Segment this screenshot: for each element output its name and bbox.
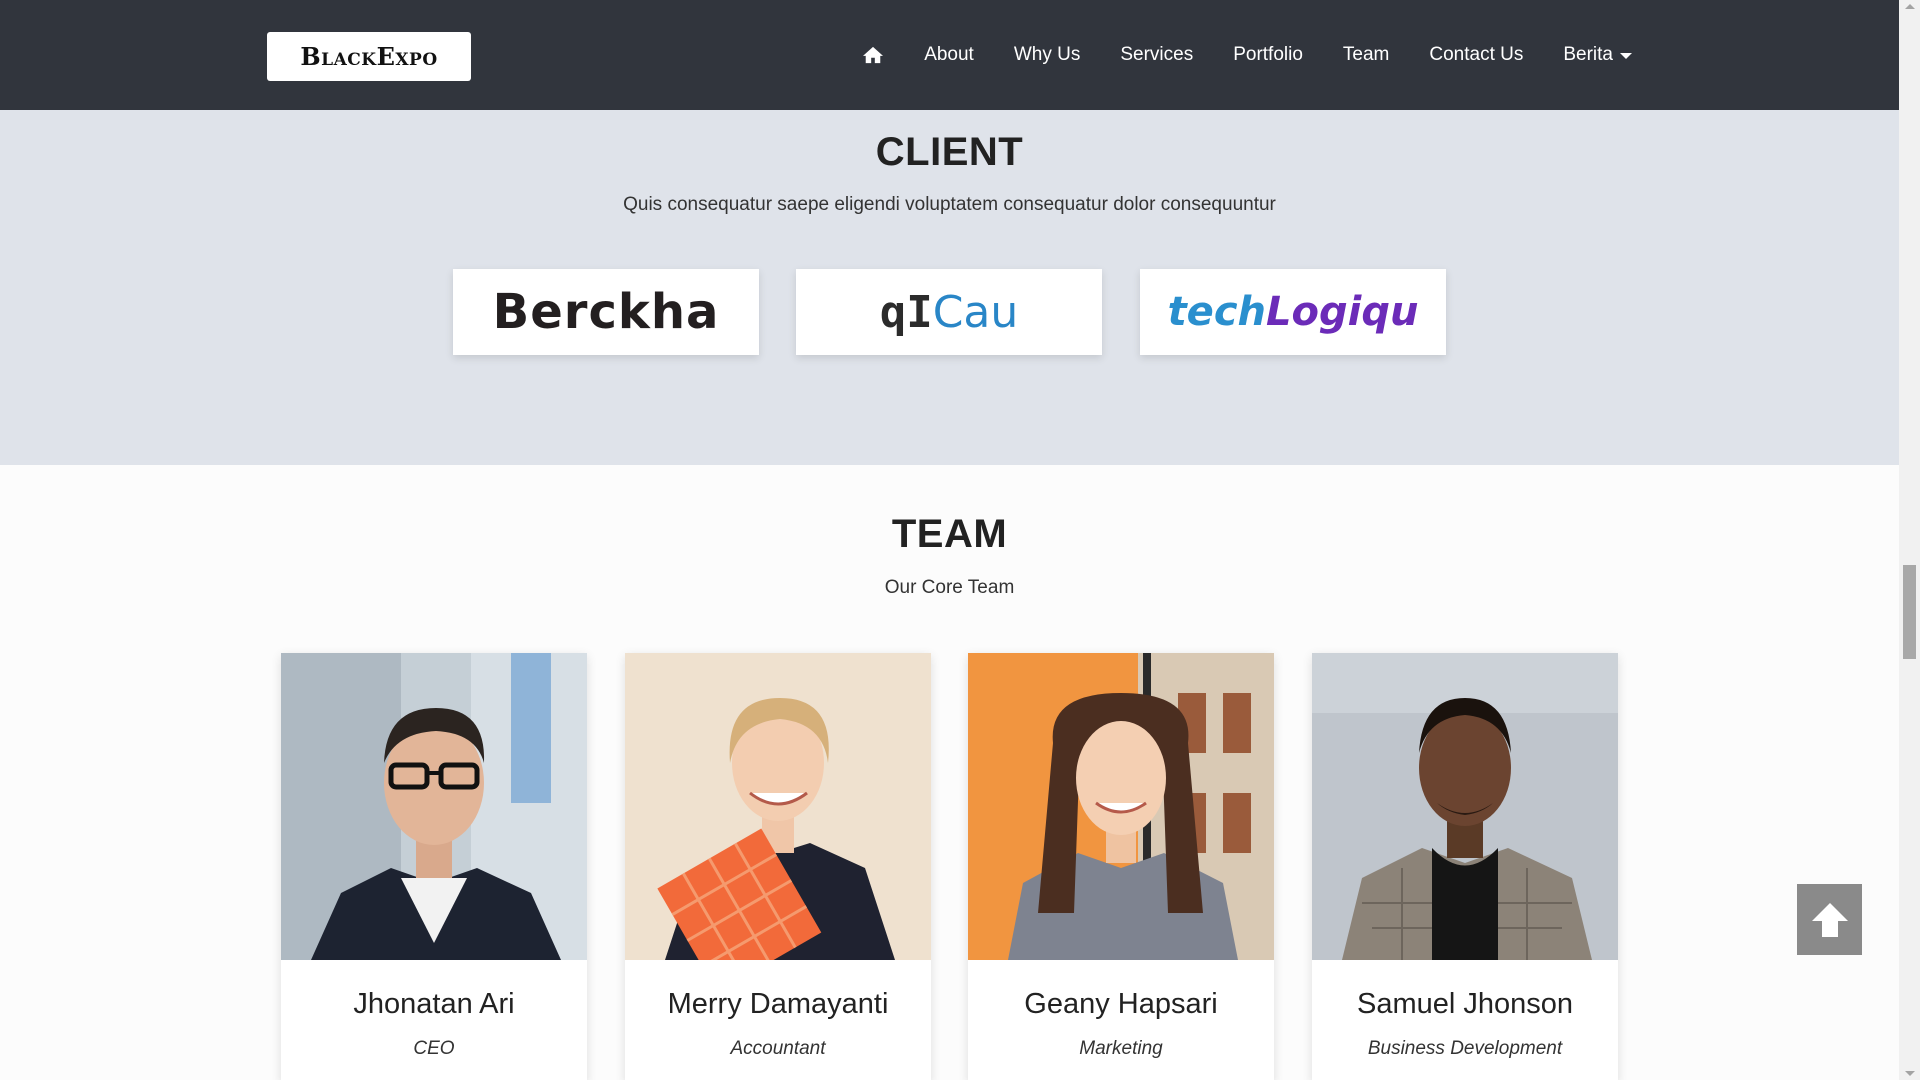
member-photo [625,653,931,960]
team-card-samuel-jhonson[interactable]: Samuel Jhonson Business Development [1312,653,1618,1080]
client-subtitle: Quis consequatur saepe eligendi voluptat… [623,194,1276,215]
team-title: TEAM [891,512,1008,556]
member-role: Marketing [1079,1038,1163,1059]
team-subtitle: Our Core Team [884,577,1015,598]
brand-logo-text: BlackExpo [300,42,438,71]
member-role: CEO [413,1038,455,1059]
qicau-logo-part2: Cau [932,286,1019,338]
member-name: Geany Hapsari [1024,988,1218,1020]
home-icon [863,46,884,64]
nav-why-us[interactable]: Why Us [1014,44,1081,66]
client-title: CLIENT [875,130,1024,174]
qicau-logo: qICau [880,287,1019,338]
member-photo-image [625,653,931,960]
member-photo-image [1312,653,1618,960]
nav-home[interactable] [862,45,884,65]
qicau-logo-part1: qI [879,286,933,338]
navbar: BlackExpo About Why Us Services Portfoli… [0,0,1899,110]
main-nav: About Why Us Services Portfolio Team Con… [862,0,1632,110]
techlogiqu-logo-part1: tech [1167,289,1266,335]
member-photo-image [968,653,1274,960]
client-logo-berckha[interactable]: Berckha [453,269,759,355]
arrow-up-icon [1811,902,1848,937]
scrollbar-thumb[interactable] [1903,565,1916,659]
nav-contact-us[interactable]: Contact Us [1429,44,1523,66]
techlogiqu-logo-part2: Logiqu [1266,289,1419,335]
client-section: CLIENT Quis consequatur saepe eligendi v… [0,110,1899,465]
nav-about[interactable]: About [924,44,974,66]
caret-down-icon [1620,53,1632,59]
member-role: Business Development [1367,1038,1563,1059]
nav-services[interactable]: Services [1120,44,1193,66]
team-card-geany-hapsari[interactable]: Geany Hapsari Marketing [968,653,1274,1080]
nav-team[interactable]: Team [1343,44,1389,66]
scrollbar[interactable] [1899,0,1920,1080]
scroll-down-arrow-icon[interactable] [1905,1071,1915,1076]
nav-berita-label: Berita [1563,44,1613,65]
back-to-top-button[interactable] [1797,884,1862,955]
member-photo-image [281,653,587,960]
client-logo-techlogiqu[interactable]: techLogiqu [1140,269,1446,355]
brand-logo[interactable]: BlackExpo [267,32,471,81]
nav-berita-dropdown[interactable]: Berita [1563,44,1632,66]
nav-portfolio[interactable]: Portfolio [1233,44,1303,66]
team-card-merry-damayanti[interactable]: Merry Damayanti Accountant [625,653,931,1080]
berckha-logo: Berckha [492,284,720,340]
member-name: Jhonatan Ari [353,988,515,1020]
scroll-up-arrow-icon[interactable] [1905,4,1915,9]
team-card-jhonatan-ari[interactable]: Jhonatan Ari CEO [281,653,587,1080]
member-name: Merry Damayanti [667,988,889,1020]
member-photo [281,653,587,960]
member-photo [1312,653,1618,960]
client-logo-qicau[interactable]: qICau [796,269,1102,355]
techlogiqu-logo: techLogiqu [1168,289,1419,335]
member-role: Accountant [730,1038,826,1059]
member-name: Samuel Jhonson [1356,988,1574,1020]
member-photo [968,653,1274,960]
